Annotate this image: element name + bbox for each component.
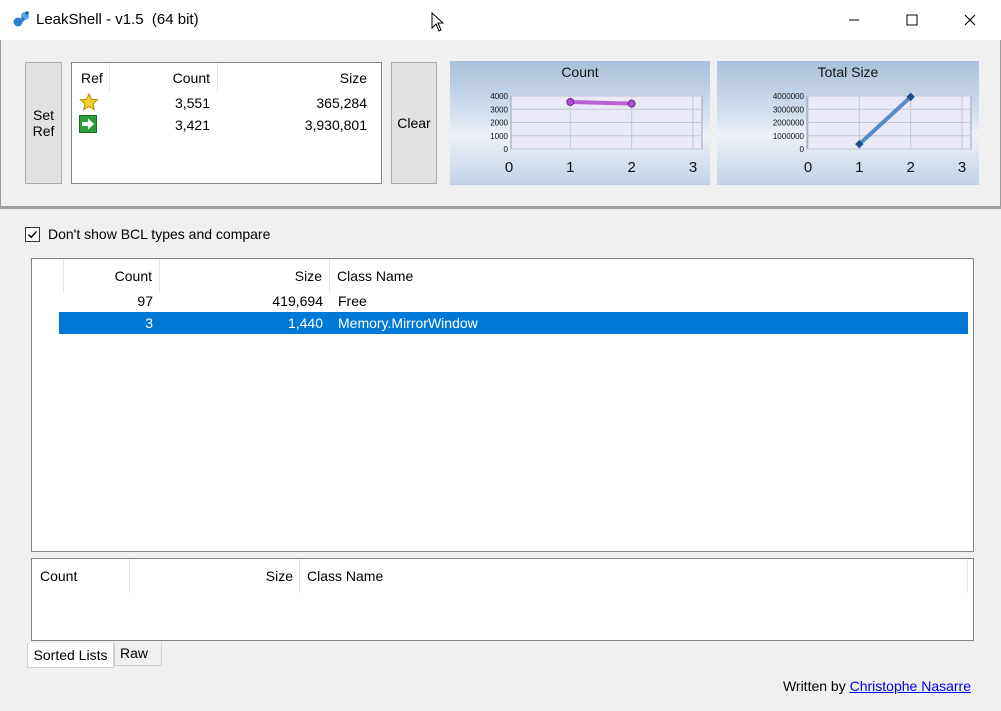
x-tick-label: 0: [804, 159, 812, 176]
count-chart-svg: Count 4000 3000 2000 1000 0 0 1 2 3: [490, 64, 703, 176]
class-name-column-header[interactable]: Class Name: [307, 559, 607, 593]
app-icon: [12, 9, 32, 32]
snapshot-size: 3,930,801: [304, 117, 367, 133]
tab-raw-label: Raw: [120, 645, 149, 661]
title-bar[interactable]: LeakShell - v1.5 (64 bit): [0, 0, 1001, 41]
x-tick-label: 1: [855, 159, 863, 176]
count-column-header[interactable]: Count: [132, 70, 210, 86]
data-point: [566, 97, 575, 106]
total-size-chart-svg: Total Size 4000000 3000000 2000000 1000000 0 0…: [773, 64, 972, 176]
close-icon: [964, 14, 976, 26]
y-tick-label: 2000: [490, 119, 508, 128]
size-column-header[interactable]: Size: [160, 259, 322, 293]
tab-sorted-lists[interactable]: Sorted Lists: [27, 643, 114, 668]
y-tick-label: 3000: [490, 105, 508, 114]
panel-splitter[interactable]: [0, 206, 1001, 209]
y-tick-label: 4000: [490, 92, 508, 101]
class-name-column-header[interactable]: Class Name: [337, 259, 637, 293]
green-arrow-icon: [79, 115, 97, 136]
window-title: LeakShell - v1.5 (64 bit): [36, 11, 199, 28]
y-tick-label: 3000000: [773, 105, 805, 114]
snapshot-count: 3,421: [174, 117, 210, 133]
clear-button[interactable]: Clear: [391, 62, 437, 184]
ref-column-header[interactable]: Ref: [81, 70, 103, 86]
bcl-filter-label: Don't show BCL types and compare: [48, 226, 271, 242]
snapshot-count: 3,551: [174, 95, 210, 111]
count-column-header[interactable]: Count: [64, 259, 152, 293]
minimize-icon: [849, 19, 859, 21]
maximize-button[interactable]: [883, 0, 941, 40]
close-button[interactable]: [941, 0, 999, 40]
maximize-icon: [906, 14, 918, 26]
bcl-filter-option[interactable]: Don't show BCL types and compare: [25, 225, 270, 243]
y-tick-label: 1000: [490, 132, 508, 141]
y-tick-label: 2000000: [773, 119, 805, 128]
row-size: 1,440: [287, 315, 323, 331]
y-tick-label: 4000000: [773, 92, 805, 101]
star-icon: [79, 92, 99, 114]
x-tick-label: 3: [958, 159, 966, 176]
x-tick-label: 1: [566, 159, 574, 176]
size-column-header[interactable]: Size: [252, 70, 367, 86]
chart-title: Total Size: [818, 64, 879, 80]
data-point: [627, 99, 636, 108]
size-column-header[interactable]: Size: [130, 559, 293, 593]
snapshot-size: 365,284: [316, 95, 367, 111]
mouse-cursor-icon: [431, 11, 445, 35]
clear-label: Clear: [397, 115, 431, 131]
set-ref-label-line2: Ref: [32, 123, 55, 139]
checkmark-icon: [28, 230, 38, 238]
x-tick-label: 2: [627, 159, 635, 176]
x-tick-label: 3: [689, 159, 697, 176]
row-class-name: Memory.MirrorWindow: [338, 315, 478, 331]
tab-raw[interactable]: Raw: [114, 643, 162, 666]
tab-sorted-lists-label: Sorted Lists: [33, 647, 108, 663]
y-tick-label: 0: [800, 145, 805, 154]
author-link[interactable]: Christophe Nasarre: [850, 678, 971, 694]
class-list[interactable]: Count Size Class Name 97 419,694 Free 3 …: [31, 258, 974, 552]
row-size: 419,694: [272, 293, 323, 309]
x-tick-label: 2: [906, 159, 914, 176]
detail-list[interactable]: Count Size Class Name: [31, 558, 974, 641]
row-count: 97: [137, 293, 153, 309]
table-row[interactable]: 97 419,694 Free: [59, 290, 968, 312]
series-line: [568, 99, 634, 106]
minimize-button[interactable]: [825, 0, 883, 40]
snapshot-table[interactable]: Ref Count Size 3,551 365,284 3,421 3,930…: [71, 62, 382, 184]
table-row-selected[interactable]: 3 1,440 Memory.MirrorWindow: [59, 312, 968, 334]
written-by-text: Written by: [782, 678, 846, 694]
set-ref-button[interactable]: Set Ref: [25, 62, 62, 184]
y-tick-label: 1000000: [773, 132, 805, 141]
y-tick-label: 0: [504, 145, 509, 154]
set-ref-label-line1: Set: [32, 107, 54, 123]
bcl-filter-checkbox[interactable]: [25, 226, 40, 242]
snapshot-row[interactable]: 3,551 365,284: [72, 91, 381, 113]
chart-title: Count: [561, 64, 598, 80]
total-size-chart: Total Size 4000000 3000000 2000000 1000000 0 0…: [717, 61, 979, 185]
count-chart: Count 4000 3000 2000 1000 0 0 1 2 3: [450, 61, 710, 185]
snapshot-row[interactable]: 3,421 3,930,801: [72, 113, 381, 135]
count-column-header[interactable]: Count: [40, 559, 120, 593]
footer-credit: Written by Christophe Nasarre: [783, 678, 971, 694]
x-tick-label: 0: [505, 159, 513, 176]
row-class-name: Free: [338, 293, 367, 309]
row-count: 3: [145, 315, 153, 331]
